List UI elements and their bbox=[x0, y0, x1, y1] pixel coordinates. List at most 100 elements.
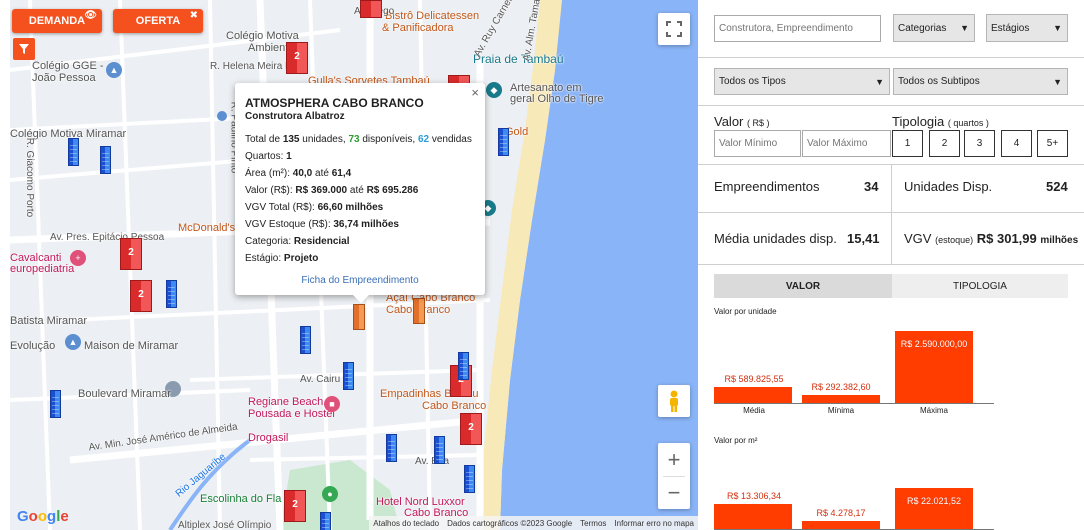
tab-valor[interactable]: VALOR bbox=[714, 274, 892, 298]
bar-value-label: R$ 292.382,60 bbox=[811, 381, 871, 392]
chart-title: Valor por m² bbox=[714, 436, 758, 445]
filter-icon bbox=[19, 44, 29, 54]
google-logo: Google bbox=[17, 508, 69, 525]
building-marker-blue[interactable] bbox=[434, 436, 445, 464]
building-marker-blue[interactable] bbox=[386, 434, 397, 462]
quartos-5plus-button[interactable]: 5+ bbox=[1037, 130, 1068, 157]
eye-icon[interactable]: 👁 bbox=[84, 10, 97, 21]
chart-bar bbox=[802, 521, 880, 529]
chart-axis bbox=[714, 403, 994, 404]
building-marker-blue[interactable] bbox=[343, 362, 354, 390]
map-label: Regiane Beach bbox=[248, 396, 324, 408]
building-marker-blue[interactable] bbox=[320, 512, 331, 530]
valor-label: Valor ( R$ ) bbox=[714, 114, 770, 129]
building-marker-red[interactable]: 2 bbox=[120, 238, 142, 270]
popup-vgv-total-row: VGV Total (R$): 66,60 milhões bbox=[245, 202, 384, 213]
bar-category-label: Mínima bbox=[827, 406, 855, 415]
pegman-icon bbox=[670, 390, 678, 412]
quartos-3-button[interactable]: 3 bbox=[964, 130, 995, 157]
building-marker-blue[interactable] bbox=[498, 128, 509, 156]
quartos-2-button[interactable]: 2 bbox=[929, 130, 960, 157]
hotel-icon: ■ bbox=[324, 396, 340, 412]
development-info-popup: × ATMOSPHERA CABO BRANCO Construtora Alb… bbox=[235, 83, 485, 303]
map-label: Altiplex José Olímpio bbox=[178, 520, 272, 530]
building-marker-red[interactable] bbox=[360, 0, 382, 18]
building-marker-blue[interactable] bbox=[68, 138, 79, 166]
subtipos-label: Todos os Subtipos bbox=[898, 76, 980, 87]
chevron-down-icon: ▼ bbox=[960, 23, 969, 33]
search-input[interactable] bbox=[714, 15, 881, 42]
tipos-label: Todos os Tipos bbox=[719, 76, 786, 87]
vgv-stat: VGV (estoque) R$ 301,99 milhões bbox=[904, 231, 1079, 246]
valor-maximo-input[interactable] bbox=[802, 130, 891, 157]
tab-tipologia[interactable]: TIPOLOGIA bbox=[892, 274, 1068, 298]
bar-category-label: Máxima bbox=[919, 406, 949, 415]
quartos-4-button[interactable]: 4 bbox=[1001, 130, 1032, 157]
building-marker-blue[interactable] bbox=[300, 326, 311, 354]
map-label: & Panificadora bbox=[382, 22, 454, 34]
map-label: R. Giacomo Porto bbox=[24, 137, 36, 218]
divider bbox=[698, 264, 1084, 265]
tipos-select[interactable]: Todos os Tipos ▼ bbox=[714, 68, 890, 95]
zoom-in-button[interactable]: + bbox=[658, 444, 690, 476]
map[interactable]: Bistrô Delicatessen & Panificadora Colég… bbox=[10, 0, 698, 530]
popup-close-icon[interactable]: × bbox=[471, 84, 479, 101]
building-marker-blue[interactable] bbox=[464, 465, 475, 493]
quartos-1-button[interactable]: 1 bbox=[892, 130, 923, 157]
map-label: Pousada e Hostel bbox=[248, 408, 335, 420]
keyboard-shortcuts-link[interactable]: Atalhos do teclado bbox=[373, 519, 439, 528]
close-icon[interactable]: ✖ bbox=[190, 10, 198, 21]
estagios-label: Estágios bbox=[991, 22, 1030, 34]
chart-bar bbox=[714, 386, 792, 403]
map-label: Cabo Branco bbox=[422, 400, 487, 412]
building-marker-blue[interactable] bbox=[166, 280, 177, 308]
map-label: Av. Pres. Epitácio Pessoa bbox=[50, 232, 165, 243]
building-marker-orange[interactable] bbox=[413, 298, 425, 324]
report-error-link[interactable]: Informar erro no mapa bbox=[614, 519, 694, 528]
building-marker-blue[interactable] bbox=[50, 390, 61, 418]
categorias-select[interactable]: Categorias ▼ bbox=[893, 14, 975, 42]
filter-button[interactable] bbox=[13, 38, 35, 60]
map-label: Av. Cairu bbox=[300, 374, 341, 385]
demanda-button[interactable]: DEMANDA 👁 bbox=[12, 9, 102, 33]
popup-categoria-row: Categoria: Residencial bbox=[245, 236, 350, 247]
map-label: Bistrô Delicatessen bbox=[385, 10, 480, 22]
chart-bar bbox=[714, 504, 792, 529]
building-marker-blue[interactable] bbox=[458, 352, 469, 380]
building-marker-red[interactable]: 2 bbox=[130, 280, 152, 312]
fullscreen-icon bbox=[666, 21, 682, 37]
divider bbox=[698, 105, 1084, 106]
map-label: Colégio Motiva bbox=[226, 30, 299, 42]
ficha-link[interactable]: Ficha do Empreendimento bbox=[245, 272, 475, 289]
oferta-button[interactable]: OFERTA ✖ bbox=[113, 9, 203, 33]
school-icon: ▲ bbox=[65, 334, 81, 350]
selected-building-marker[interactable] bbox=[353, 304, 365, 330]
map-label: geral Olho de Tigre bbox=[510, 93, 604, 105]
media-label: Média unidades disp. bbox=[714, 231, 837, 246]
map-label: Evolução bbox=[10, 340, 56, 352]
popup-valor-row: Valor (R$): R$ 369.000 até R$ 695.286 bbox=[245, 185, 419, 196]
divider bbox=[698, 57, 1084, 58]
chevron-down-icon: ▼ bbox=[1053, 76, 1062, 87]
fullscreen-button[interactable] bbox=[658, 13, 690, 45]
map-label: Drogasil bbox=[248, 432, 289, 444]
map-label: europediatria bbox=[10, 263, 75, 275]
bar-value-label: R$ 589.825,55 bbox=[724, 373, 784, 384]
building-marker-blue[interactable] bbox=[100, 146, 111, 174]
valor-minimo-input[interactable] bbox=[714, 130, 801, 157]
oferta-label: OFERTA bbox=[135, 15, 181, 27]
building-marker-red[interactable]: 2 bbox=[460, 413, 482, 445]
popup-title: ATMOSPHERA CABO BRANCO bbox=[245, 96, 424, 110]
terms-link[interactable]: Termos bbox=[580, 519, 606, 528]
demanda-label: DEMANDA bbox=[28, 15, 86, 27]
estagios-select[interactable]: Estágios ▼ bbox=[986, 14, 1068, 42]
shopping-icon: ◆ bbox=[486, 82, 502, 98]
map-label: João Pessoa bbox=[32, 72, 96, 84]
popup-area-row: Área (m²): 40,0 até 61,4 bbox=[245, 168, 352, 179]
building-marker-red[interactable]: 2 bbox=[284, 490, 306, 522]
building-marker-red[interactable]: 2 bbox=[286, 42, 308, 74]
subtipos-select[interactable]: Todos os Subtipos ▼ bbox=[893, 68, 1068, 95]
street-view-button[interactable] bbox=[658, 385, 690, 417]
zoom-out-button[interactable]: − bbox=[658, 477, 690, 509]
chart-bar bbox=[802, 394, 880, 403]
